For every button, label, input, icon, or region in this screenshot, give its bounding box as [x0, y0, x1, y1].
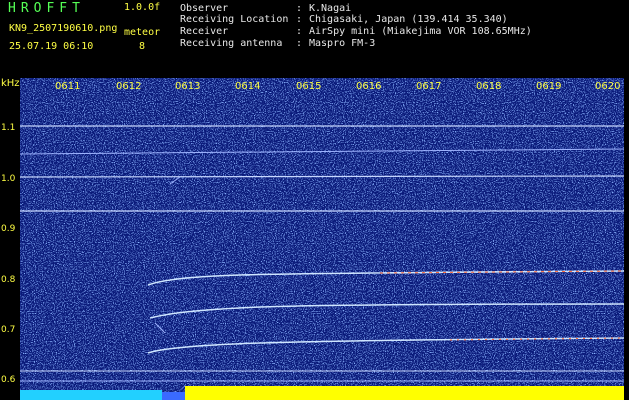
info-label-antenna: Receiving antenna: [180, 38, 283, 49]
x-tick-label: 0613: [175, 81, 201, 92]
info-value-antenna: Maspro FM-3: [309, 38, 376, 49]
x-tick-label: 0616: [356, 81, 382, 92]
baseline-band-right: [185, 386, 624, 400]
info-label-location: Receiving Location: [180, 14, 289, 25]
x-tick-label: 0617: [416, 81, 442, 92]
x-tick-label: 0614: [235, 81, 261, 92]
info-value-observer: K.Nagai: [309, 3, 352, 14]
y-tick-label: 1.1: [1, 123, 16, 133]
info-value-receiver: AirSpy mini (Miakejima VOR 108.65MHz): [309, 26, 532, 37]
frequency-axis: kHz 1.1 1.0 0.9 0.8 0.7 0.6: [0, 78, 20, 400]
version-label: 1.0.0f: [124, 2, 161, 13]
meteor-label: meteor: [124, 27, 161, 38]
info-separator: :: [296, 14, 303, 25]
info-separator: :: [296, 3, 303, 14]
info-separator: :: [296, 38, 303, 49]
meteor-count: 8: [139, 41, 146, 52]
baseline-band-left: [20, 390, 162, 400]
y-tick-label: 0.9: [1, 224, 16, 234]
x-tick-label: 0618: [476, 81, 502, 92]
y-tick-label: 0.6: [1, 375, 16, 385]
info-separator: :: [296, 26, 303, 37]
x-tick-label: 0619: [536, 81, 562, 92]
y-tick-label: 0.8: [1, 275, 16, 285]
header-panel: HROFFT 1.0.0f KN9_2507190610.png 25.07.1…: [0, 0, 629, 78]
spectrogram-image: [20, 78, 624, 400]
info-value-location: Chigasaki, Japan (139.414 35.340): [309, 14, 508, 25]
y-tick-label: 1.0: [1, 174, 16, 184]
frequency-unit-label: kHz: [1, 78, 20, 89]
app-title: HROFFT: [8, 1, 85, 16]
info-label-observer: Observer: [180, 3, 229, 14]
x-tick-label: 0620: [595, 81, 621, 92]
x-tick-label: 0612: [116, 81, 142, 92]
filename-label: KN9_2507190610.png: [9, 23, 118, 34]
timestamp-label: 25.07.19 06:10: [9, 41, 94, 52]
baseline-band-gap: [162, 392, 185, 400]
y-tick-label: 0.7: [1, 325, 16, 335]
info-label-receiver: Receiver: [180, 26, 229, 37]
x-tick-label: 0611: [55, 81, 81, 92]
x-tick-label: 0615: [296, 81, 322, 92]
